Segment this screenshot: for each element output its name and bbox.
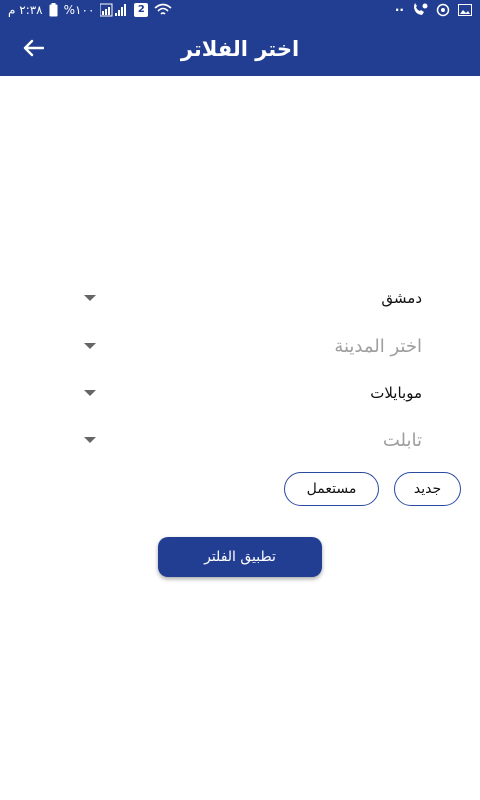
dropdown-arrow-icon bbox=[80, 389, 100, 397]
gallery-icon bbox=[458, 4, 472, 16]
subcategory-placeholder: تابلت bbox=[382, 429, 422, 451]
status-bar-right: ·· bbox=[395, 3, 472, 17]
page-title: اختر الفلاتر bbox=[180, 37, 300, 61]
city-placeholder: اختر المدينة bbox=[334, 335, 422, 357]
condition-new-chip[interactable]: جديد bbox=[394, 472, 461, 506]
status-time: ٢:٣٨ م bbox=[8, 3, 43, 17]
signal-icon bbox=[100, 3, 128, 17]
wifi-icon bbox=[154, 3, 172, 17]
status-bar: ٢:٣٨ م %١٠٠ 2 ·· bbox=[0, 0, 480, 24]
dropdown-arrow-icon bbox=[80, 294, 100, 302]
sim-badge: 2 bbox=[134, 3, 149, 17]
sync-icon bbox=[436, 3, 450, 17]
status-bar-left: ٢:٣٨ م %١٠٠ 2 bbox=[8, 3, 172, 17]
battery-icon bbox=[49, 3, 58, 17]
subcategory-dropdown[interactable]: تابلت bbox=[80, 423, 430, 457]
city-dropdown[interactable]: اختر المدينة bbox=[80, 329, 430, 363]
dropdown-arrow-icon bbox=[80, 436, 100, 444]
app-bar: اختر الفلاتر bbox=[0, 24, 480, 76]
battery-level: %١٠٠ bbox=[63, 3, 95, 17]
condition-used-label: مستعمل bbox=[306, 481, 357, 497]
apply-filter-label: تطبيق الفلتر bbox=[204, 549, 276, 565]
governorate-dropdown[interactable]: دمشق bbox=[80, 281, 430, 315]
notification-dots: ·· bbox=[394, 3, 404, 17]
condition-used-chip[interactable]: مستعمل bbox=[284, 472, 379, 506]
dropdown-arrow-icon bbox=[80, 342, 100, 350]
apply-filter-button[interactable]: تطبيق الفلتر bbox=[158, 537, 322, 577]
condition-new-label: جديد bbox=[413, 481, 442, 497]
governorate-value: دمشق bbox=[381, 289, 422, 307]
category-value: موبايلات bbox=[370, 384, 422, 402]
category-dropdown[interactable]: موبايلات bbox=[80, 376, 430, 410]
missed-call-icon bbox=[412, 3, 428, 17]
